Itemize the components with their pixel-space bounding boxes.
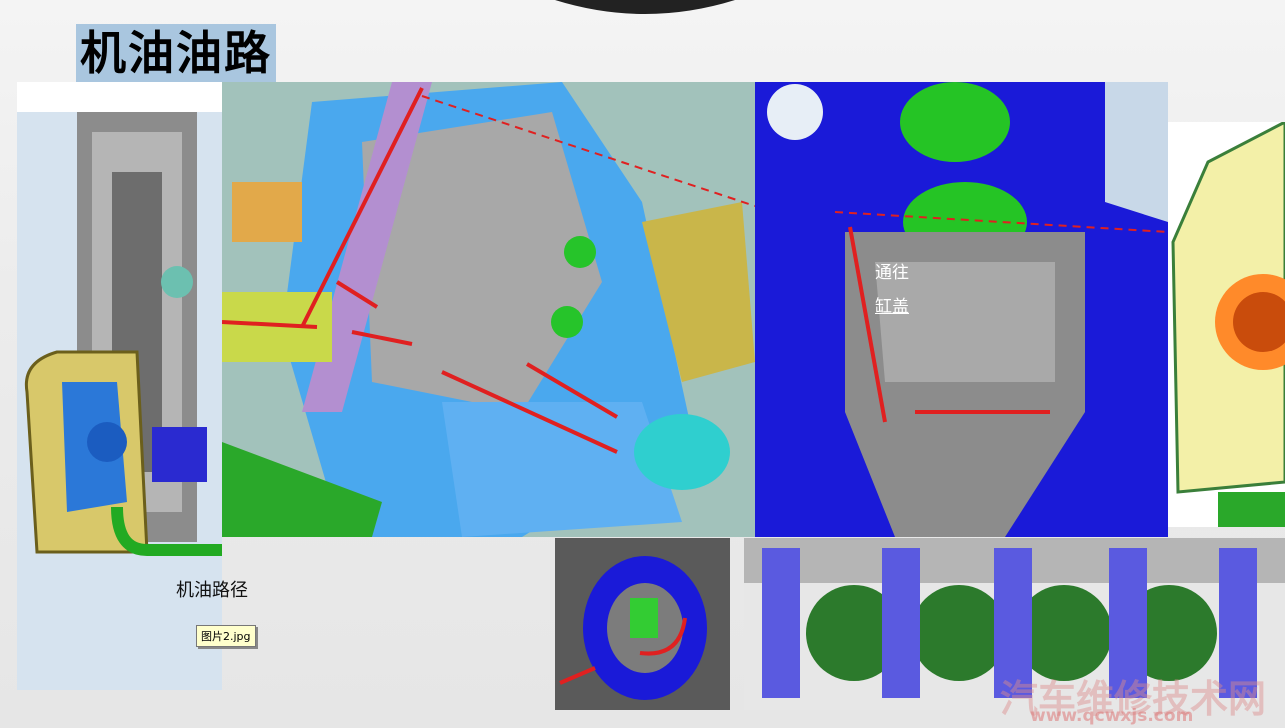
- cylinder-head-image: [1168, 122, 1285, 527]
- oil-filter-closeup-image: [555, 538, 730, 710]
- watermark-url: www.qcwxjs.com: [1030, 706, 1194, 726]
- engine-cutaway-image: [222, 82, 755, 537]
- oil-path-label: 机油路径: [176, 580, 248, 601]
- to-label-line2: 缸盖: [875, 297, 909, 317]
- slide-title: 机油油路: [76, 24, 276, 82]
- file-name-tag: 图片2.jpg: [196, 625, 256, 647]
- slide: 机油油路 机油路径 通往 缸盖 图片2.jpg 汽车维修技术网 www.qcwx…: [0, 0, 1285, 728]
- top-decoration: [555, 0, 735, 14]
- to-label-line1: 通往: [875, 263, 909, 283]
- cylinder-block-image: [755, 82, 1168, 537]
